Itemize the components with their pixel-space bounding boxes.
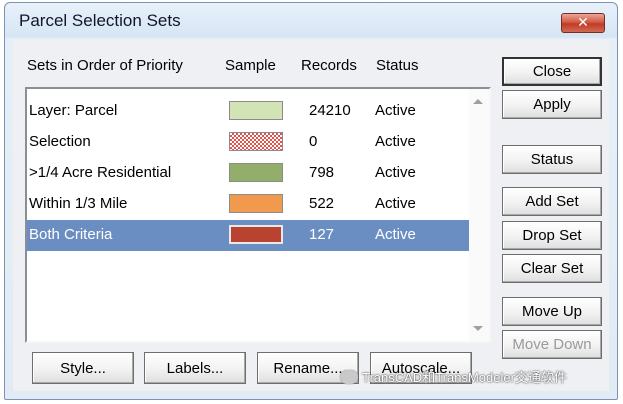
record-count: 798: [309, 164, 335, 181]
dialog-window: Parcel Selection Sets ✕ Sets in Order of…: [4, 2, 618, 400]
set-name: >1/4 Acre Residential: [29, 164, 172, 181]
set-name: Selection: [29, 133, 91, 150]
move-down-button[interactable]: Move Down: [502, 330, 602, 359]
record-count: 24210: [309, 102, 351, 119]
column-header-status: Status: [376, 57, 419, 74]
clear-set-button[interactable]: Clear Set: [502, 254, 602, 283]
set-status: Active: [375, 133, 416, 150]
apply-button-label: Apply: [533, 96, 571, 113]
title-bar[interactable]: Parcel Selection Sets ✕: [5, 3, 617, 37]
sample-swatch: [229, 132, 283, 151]
sample-swatch: [229, 163, 283, 182]
style-button[interactable]: Style...: [32, 352, 134, 384]
selection-sets-list[interactable]: Both Criteria 127 Active Within 1/3 Mile 522…: [25, 87, 491, 343]
move-down-button-label: Move Down: [512, 336, 592, 353]
list-item[interactable]: >1/4 Acre Residential 798 Active: [27, 158, 469, 189]
list-item[interactable]: Selection 0 Active: [27, 127, 469, 158]
wechat-icon: [340, 369, 358, 384]
set-name: Within 1/3 Mile: [29, 195, 128, 212]
set-name: Both Criteria: [29, 226, 113, 243]
rename-button-label: Rename...: [273, 359, 343, 377]
sample-swatch: [229, 225, 283, 244]
watermark-text: TransCAD和TransModeler交通软件: [362, 370, 567, 385]
list-item[interactable]: Layer: Parcel 24210 Active: [27, 96, 469, 127]
column-header-name: Sets in Order of Priority: [27, 57, 183, 74]
close-icon: ✕: [577, 15, 589, 31]
window-close-button[interactable]: ✕: [561, 13, 605, 33]
labels-button-label: Labels...: [166, 359, 224, 377]
style-button-label: Style...: [60, 359, 106, 377]
move-up-button-label: Move Up: [521, 303, 583, 320]
set-name: Layer: Parcel: [29, 102, 118, 119]
set-status: Active: [375, 164, 416, 181]
record-count: 522: [309, 195, 335, 212]
clear-set-button-label: Clear Set: [520, 260, 584, 277]
scroll-down-icon[interactable]: [473, 326, 483, 331]
drop-set-button-label: Drop Set: [522, 227, 582, 244]
apply-button[interactable]: Apply: [502, 90, 602, 119]
close-button-label: Close: [532, 63, 572, 80]
column-header-sample: Sample: [225, 57, 276, 74]
list-scrollbar[interactable]: [469, 89, 489, 341]
set-status: Active: [375, 195, 416, 212]
set-status: Active: [375, 226, 416, 243]
column-header-records: Records: [301, 57, 357, 74]
add-set-button[interactable]: Add Set: [502, 187, 602, 216]
list-item[interactable]: Both Criteria 127 Active: [27, 220, 469, 251]
labels-button[interactable]: Labels...: [144, 352, 246, 384]
drop-set-button[interactable]: Drop Set: [502, 221, 602, 250]
set-status: Active: [375, 102, 416, 119]
watermark: TransCAD和TransModeler交通软件: [340, 367, 567, 386]
close-button[interactable]: Close: [502, 57, 602, 86]
sample-swatch: [229, 194, 283, 213]
window-title: Parcel Selection Sets: [19, 11, 181, 30]
move-up-button[interactable]: Move Up: [502, 297, 602, 326]
list-item[interactable]: Within 1/3 Mile 522 Active: [27, 189, 469, 220]
dialog-client-area: Sets in Order of Priority Sample Records…: [13, 39, 609, 391]
scroll-up-icon[interactable]: [473, 99, 483, 104]
record-count: 0: [309, 133, 318, 150]
sample-swatch: [229, 101, 283, 120]
record-count: 127: [309, 226, 335, 243]
status-button[interactable]: Status: [502, 145, 602, 174]
status-button-label: Status: [530, 151, 574, 168]
add-set-button-label: Add Set: [525, 193, 579, 210]
